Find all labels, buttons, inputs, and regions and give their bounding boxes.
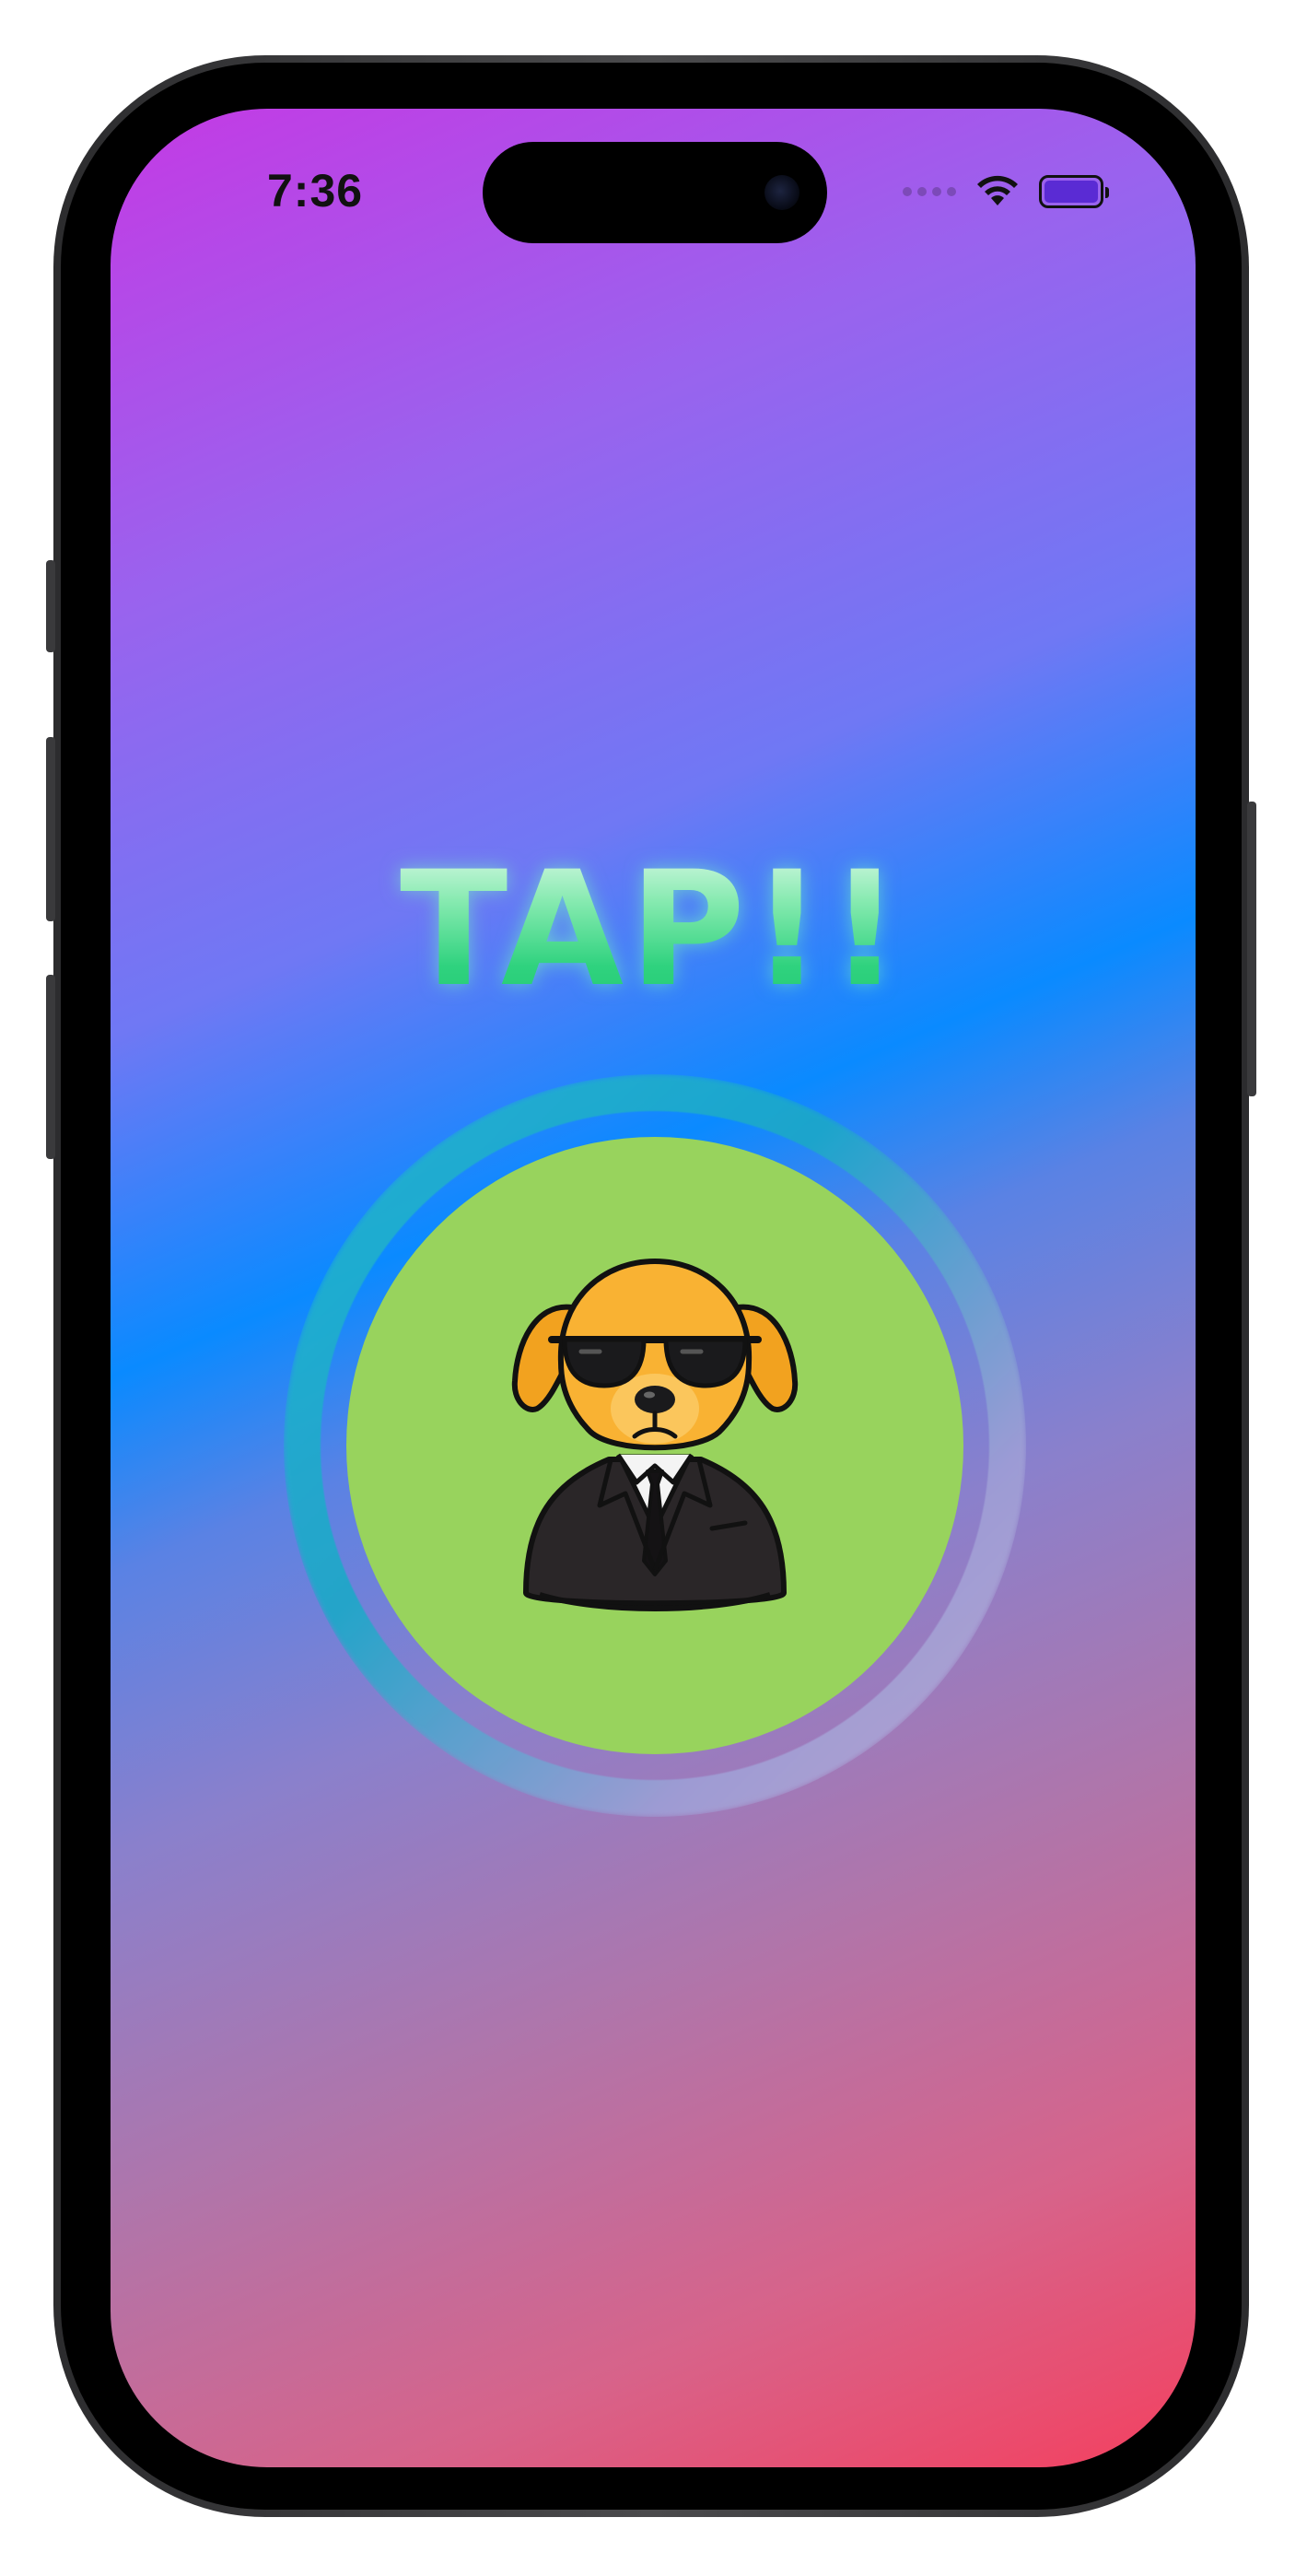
- status-indicators: [903, 170, 1109, 214]
- volume-down-button: [46, 975, 55, 1159]
- cellular-dots-icon: [903, 187, 956, 196]
- action-button: [46, 560, 55, 652]
- volume-up-button: [46, 737, 55, 921]
- tap-title: TAP!!: [111, 837, 1196, 1022]
- power-button: [1247, 802, 1256, 1096]
- battery-icon: [1039, 175, 1109, 208]
- dog-in-suit-icon: [511, 1259, 799, 1611]
- status-time: 7:36: [267, 165, 364, 217]
- tap-button[interactable]: [346, 1137, 963, 1754]
- wifi-icon: [977, 175, 1018, 205]
- dynamic-island: [483, 142, 827, 243]
- battery-level: [1044, 181, 1098, 203]
- front-camera-icon: [764, 175, 799, 210]
- app-screen: 7:36 TAP!!: [111, 109, 1196, 2467]
